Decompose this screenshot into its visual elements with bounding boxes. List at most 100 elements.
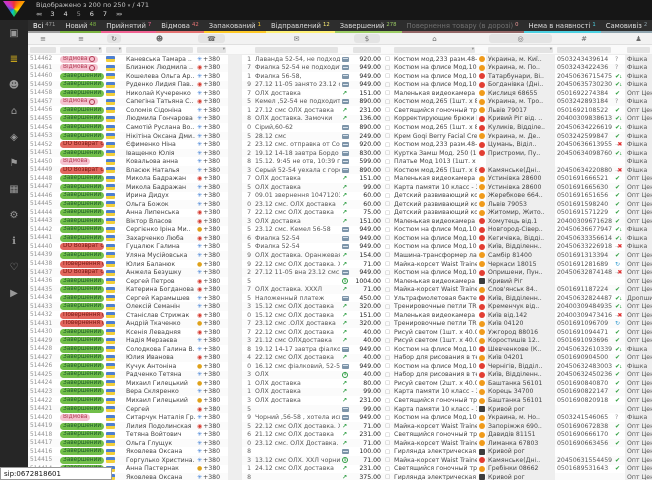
- table-row[interactable]: 514431Повернення (з..Андрій Ткаченко●+38…: [28, 319, 652, 328]
- sidebar-item-info-icon[interactable]: ℹ: [3, 231, 25, 251]
- filter-input-status[interactable]: ▾: [60, 47, 102, 53]
- table-row[interactable]: 514414ЗавершенийАнна Пастернак●+380124.1…: [28, 465, 652, 474]
- table-row[interactable]: 514457ВідмоваСапегіна Татьяна С..◉+3805К…: [28, 98, 652, 107]
- page-button[interactable]: 5: [77, 10, 81, 18]
- tab-Відправлений[interactable]: Відправлений12: [266, 20, 335, 33]
- table-row[interactable]: 514438Повернення (з..Юлия Баланюк●+38092…: [28, 260, 652, 269]
- first-page-button[interactable]: ««: [36, 11, 41, 18]
- table-row[interactable]: 514434ЗавершенийСергей Карамышев✳+3805На…: [28, 294, 652, 303]
- table-row[interactable]: 514420ВідмоваСитарчук Наталія Гр..✳+3809…: [28, 413, 652, 422]
- table-row[interactable]: 514426ЗавершенийКучук Антоніна●+380016.1…: [28, 362, 652, 371]
- table-row[interactable]: 514428ЗавершенийСолодкова Галина В..✳+38…: [28, 345, 652, 354]
- table-row[interactable]: 514416ЗавершенийЯковлева Оксана✳+3808100…: [28, 447, 652, 456]
- table-row[interactable]: 514462ВідмоваКаневська Тамара ..✳+3801Ла…: [28, 55, 652, 64]
- filter-input-comment[interactable]: [255, 47, 338, 53]
- phone-icon[interactable]: ☎: [198, 34, 225, 43]
- table-row[interactable]: 514423ЗавершенийВера Скляренко✳+3801ОЛХ …: [28, 388, 652, 397]
- sidebar-item-marketing-icon[interactable]: ⚑: [3, 153, 25, 173]
- sidebar-item-support-icon[interactable]: ♡: [3, 257, 25, 277]
- table-row[interactable]: 514450ВідмоваКовальова анна✳+380815.12. …: [28, 157, 652, 166]
- table-row[interactable]: 514448ЗавершенийМикола Бадражан◉+3807ОЛХ…: [28, 174, 652, 183]
- sort-lines-icon[interactable]: ≡: [28, 34, 58, 43]
- sidebar-item-clients-icon[interactable]: ☻: [3, 75, 25, 95]
- page-button[interactable]: 6: [90, 10, 94, 18]
- table-row[interactable]: 514453ЗавершенийНікітіна Оксана Дми..✳+3…: [28, 132, 652, 141]
- table-row[interactable]: 514427ЗавершенийЮлия Иванова◉+380422.12 …: [28, 354, 652, 363]
- comment-icon[interactable]: ✉: [253, 34, 340, 43]
- filter-input-dest[interactable]: ▾: [488, 47, 553, 53]
- table-row[interactable]: 514425ЗавершенийРадченко Тетяна✳+3803ОЛХ…: [28, 371, 652, 380]
- table-row[interactable]: 514460ЗавершенийКошелева Ольга Ар..✳+380…: [28, 72, 652, 81]
- table-row[interactable]: 514459ЗавершенийРуденко Лидия Пав..◉+380…: [28, 81, 652, 90]
- filter-input-phone[interactable]: ▾: [197, 47, 226, 53]
- table-row[interactable]: 514456ЗавершенийСоломія Сідоніна✳+380127…: [28, 106, 652, 115]
- table-row[interactable]: 514439ЗавершенийУляна Мусійовська✳+3809О…: [28, 251, 652, 260]
- table-row[interactable]: 514452DO Возврат ск..Єфименко Ніна✳+3802…: [28, 140, 652, 149]
- table-row[interactable]: 514451ЗавершенийІващенко Юлія✳+380219.12…: [28, 149, 652, 158]
- tab-Всі[interactable]: Всі471: [28, 20, 60, 33]
- table-row[interactable]: 514446ЗавершенийИрина Дидух✳+380709.01 з…: [28, 192, 652, 201]
- table-row[interactable]: 514443ЗавершенийВіктор Власов◉+3803ОЛХ д…: [28, 217, 652, 226]
- tab-Повернення товару (в дорозі)[interactable]: Повернення товару (в дорозі)0: [402, 20, 524, 33]
- table-row[interactable]: 514449DO Возврат ск..Власюк Наталья✳+380…: [28, 166, 652, 175]
- tab-Новий[interactable]: Новий48: [60, 20, 101, 33]
- clients-icon[interactable]: ☻: [124, 34, 195, 43]
- page-button[interactable]: 7: [103, 10, 107, 18]
- tab-Самовивіз[interactable]: Самовивіз2: [601, 20, 652, 33]
- table-row[interactable]: 514441ЗавершенийЗахарченко Люба◉+3806Фиа…: [28, 234, 652, 243]
- tab-Відмова[interactable]: Відмова42: [156, 20, 203, 33]
- tab-Прийнятий[interactable]: Прийнятий7: [101, 20, 156, 33]
- table-row[interactable]: 514419ЗавершенийЛилия Подолинская◉+38052…: [28, 422, 652, 431]
- table-row[interactable]: 514442ЗавершенийСергієнко Іріна Ми..●+38…: [28, 226, 652, 235]
- table-row[interactable]: 514455ЗавершенийЛюдмила Гончарова✳+3808О…: [28, 115, 652, 124]
- table-row[interactable]: 514433ЗавершенийОлексій Семанін✳+380315.…: [28, 302, 652, 311]
- page-button[interactable]: 3: [50, 10, 54, 18]
- tab-Запакований[interactable]: Запакований1: [204, 20, 266, 33]
- sidebar-item-board-icon[interactable]: ▣: [3, 23, 25, 43]
- product-icon[interactable]: ⌂: [392, 34, 477, 43]
- table-row[interactable]: 514430ЗавершенийКсенія Левадняя◉+380722.…: [28, 328, 652, 337]
- table-row[interactable]: 514437DO Возврат ск..Анжела Безушку✳+380…: [28, 268, 652, 277]
- table-row[interactable]: 514435ЗавершенийКатерина Богданова◉+3807…: [28, 285, 652, 294]
- filter-input-source[interactable]: [627, 47, 650, 53]
- table-row[interactable]: 514413ЗавершенийЯковлева Оксана✳+3808↗37…: [28, 473, 652, 480]
- table-row[interactable]: 514424ЗавершенийМихаил Гилецький●+3801ОЛ…: [28, 379, 652, 388]
- table-row[interactable]: 514454ЗавершенийСамотій Руслана Во..✳+38…: [28, 123, 652, 132]
- page-size-caret-icon[interactable]: ▾: [128, 3, 131, 9]
- sidebar-item-store-icon[interactable]: ⌂: [3, 101, 25, 121]
- money-icon[interactable]: $: [354, 34, 380, 43]
- table-row[interactable]: 514421ЗавершенийСергей◉+380599.00▢Карта …: [28, 405, 652, 414]
- last-page-button[interactable]: »»: [116, 11, 121, 18]
- status-sort-icon[interactable]: ≡: [58, 34, 104, 43]
- table-row[interactable]: 514461ВідмоваБлизнюк Людмила ..◉+3807Фиа…: [28, 64, 652, 73]
- sidebar-item-video-icon[interactable]: ▶: [3, 283, 25, 303]
- table-row[interactable]: 514429ЗавершенийНадія Мерзаєва✳+380321.1…: [28, 337, 652, 346]
- table-row[interactable]: 514445ЗавершенийОльга Божок✳+380023.12 с…: [28, 200, 652, 209]
- table-row[interactable]: 514418ЗавершенийТетяна Войтович✳+380621.…: [28, 430, 652, 439]
- table-row[interactable]: 514415ЗавершенийГоргулько Христина..✳+38…: [28, 456, 652, 465]
- tab-Нема в наявності[interactable]: Нема в наявності1: [524, 20, 601, 33]
- manager-icon[interactable]: ♟: [625, 34, 652, 43]
- tracking-icon[interactable]: #: [555, 34, 613, 43]
- table-row[interactable]: 514447ЗавершенийМикола Бадражан✳+3805ОЛХ…: [28, 183, 652, 192]
- sip-status-bar[interactable]: sip:0672818601: [0, 467, 112, 480]
- table-row[interactable]: 514444ЗавершенийАнна Липенська◉+380722.1…: [28, 209, 652, 218]
- page-button[interactable]: 4: [63, 10, 67, 18]
- tab-Завершений[interactable]: Завершений278: [335, 20, 402, 33]
- location-icon[interactable]: ◎: [489, 34, 552, 43]
- sidebar-item-finance-icon[interactable]: ◈: [3, 127, 25, 147]
- filter-input-price[interactable]: [353, 47, 381, 53]
- table-row[interactable]: 514436ЗавершенийСергей Петров◉+3805$1004…: [28, 277, 652, 286]
- sidebar-item-orders-icon[interactable]: ≣: [3, 49, 25, 69]
- filter-input-name[interactable]: [126, 47, 193, 53]
- sidebar-item-settings-icon[interactable]: ⚙: [3, 205, 25, 225]
- table-row[interactable]: 514440DO Возврат ск..Гуцалюк Галина✳+380…: [28, 243, 652, 252]
- table-row[interactable]: 514432Повернення (з..Станіслав Стрижак◉+…: [28, 311, 652, 320]
- sidebar-item-stats-icon[interactable]: ▦: [3, 179, 25, 199]
- table-row[interactable]: 514417ЗавершенийОльга Глущук✳+380023.12 …: [28, 439, 652, 448]
- refresh-icon[interactable]: ↻: [107, 34, 121, 43]
- table-row[interactable]: 514422ЗавершенийМихаил Гилецький●+3803ОЛ…: [28, 396, 652, 405]
- filter-input-flag[interactable]: ▾: [106, 47, 122, 53]
- filter-input-product[interactable]: ▾: [394, 47, 475, 53]
- table-row[interactable]: 514458ЗавершенийНиколай Кучеренко✳+3807О…: [28, 89, 652, 98]
